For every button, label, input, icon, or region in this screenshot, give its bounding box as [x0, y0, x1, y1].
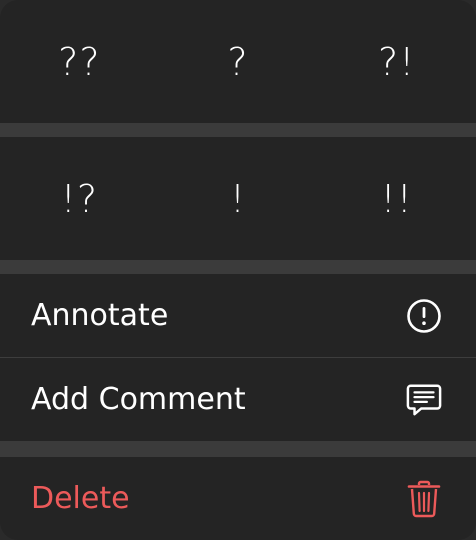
- symbol-question-exclamation[interactable]: ?!: [317, 0, 476, 123]
- symbol-double-exclamation[interactable]: !!: [317, 137, 476, 260]
- delete-label: Delete: [31, 481, 130, 516]
- comment-bubble-icon: [406, 382, 442, 418]
- exclamation-circle-icon: [406, 298, 442, 334]
- annotate-menu-item[interactable]: Annotate: [0, 274, 476, 357]
- annotation-symbols-row-2: !? ! !!: [0, 137, 476, 260]
- section-separator: [0, 123, 476, 137]
- symbol-exclamation-question[interactable]: !?: [0, 137, 159, 260]
- annotate-label: Annotate: [31, 298, 169, 333]
- symbol-question[interactable]: ?: [159, 0, 318, 123]
- annotation-symbols-row-1: ?? ? ?!: [0, 0, 476, 123]
- section-separator: [0, 441, 476, 457]
- add-comment-menu-item[interactable]: Add Comment: [0, 358, 476, 441]
- section-separator: [0, 260, 476, 274]
- add-comment-label: Add Comment: [31, 382, 246, 417]
- symbol-double-question[interactable]: ??: [0, 0, 159, 123]
- symbol-exclamation[interactable]: !: [159, 137, 318, 260]
- trash-icon: [406, 480, 442, 517]
- delete-menu-item[interactable]: Delete: [0, 457, 476, 540]
- context-menu: ?? ? ?! !? ! !! Annotate Add Comment Del…: [0, 0, 476, 540]
